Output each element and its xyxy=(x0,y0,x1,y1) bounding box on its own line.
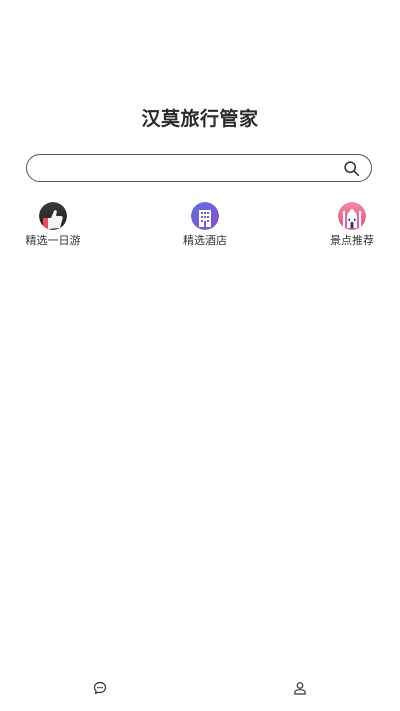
chat-bubble-icon[interactable] xyxy=(93,681,107,695)
page-title: 汉莫旅行管家 xyxy=(141,108,259,130)
home-screen: 汉莫旅行管家 精选一日游 精选酒店 景点推荐 xyxy=(0,0,400,711)
category-day-tour[interactable]: 精选一日游 xyxy=(13,202,93,248)
category-label: 精选酒店 xyxy=(183,234,227,247)
thumbs-up-icon xyxy=(39,202,67,230)
user-profile-icon[interactable] xyxy=(293,681,307,695)
hotel-building-icon xyxy=(191,202,219,230)
search-bar[interactable] xyxy=(26,154,372,182)
category-hotel[interactable]: 精选酒店 xyxy=(165,202,245,248)
mosque-landmark-icon xyxy=(338,202,366,230)
category-label: 精选一日游 xyxy=(25,234,81,247)
search-input[interactable] xyxy=(41,158,341,178)
category-label: 景点推荐 xyxy=(330,234,374,247)
search-icon[interactable] xyxy=(343,160,360,177)
bottom-tab-bar xyxy=(0,671,400,711)
category-attractions[interactable]: 景点推荐 xyxy=(312,202,392,248)
